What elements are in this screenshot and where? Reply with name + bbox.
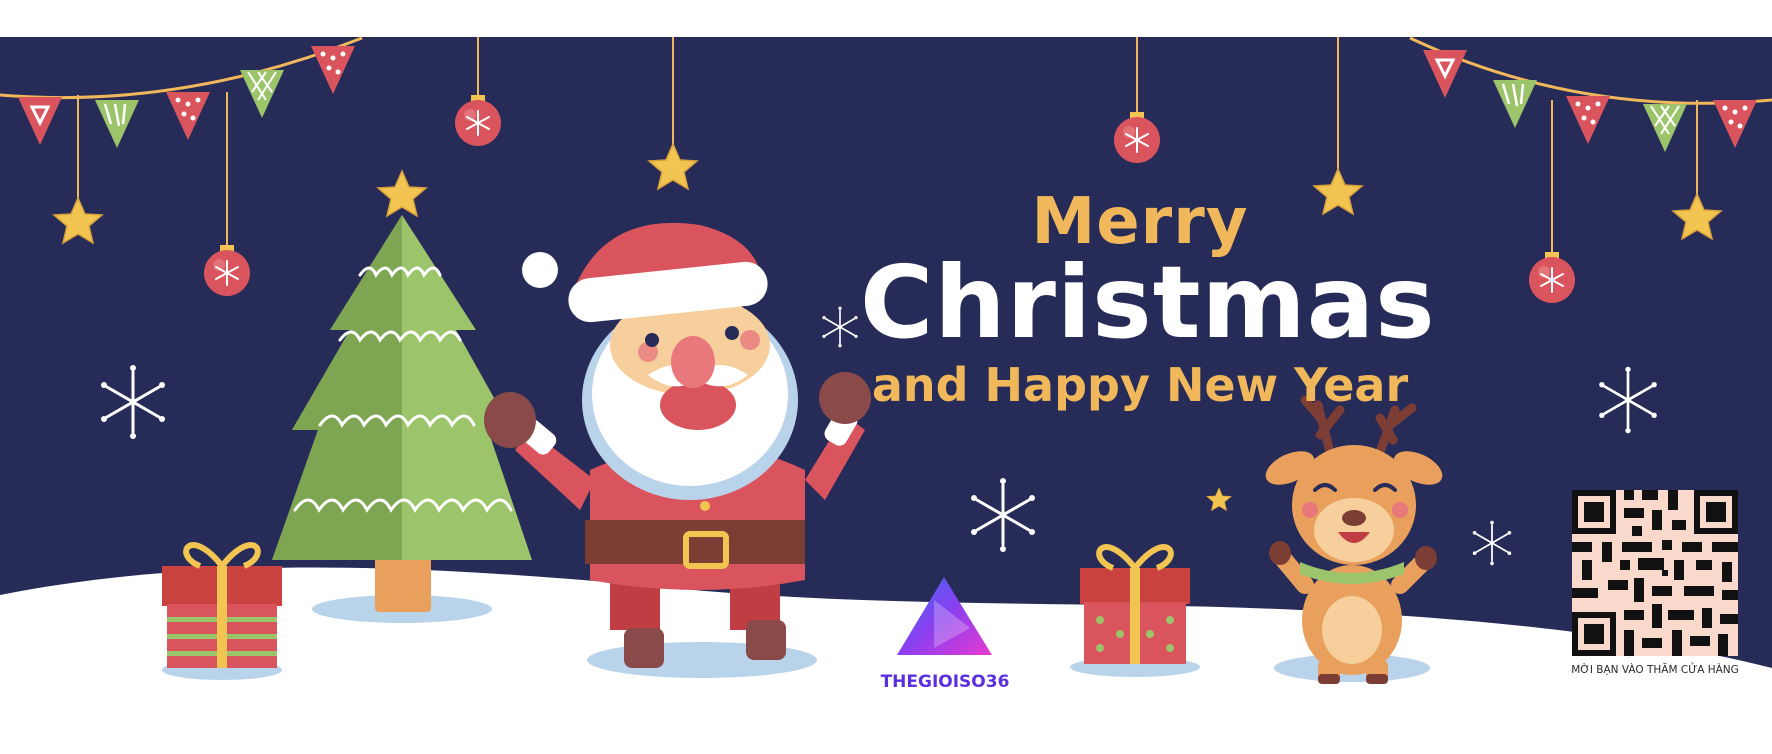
qr-caption: MỜI BẠN VÀO THĂM CỬA HÀNG (1571, 664, 1739, 676)
christmas-banner: Merry Christmas and Happy New Year THEGI… (0, 0, 1772, 754)
greeting-line-christmas: Christmas (860, 244, 1436, 361)
qr-code-icon (1572, 490, 1738, 656)
greeting-line-new-year: and Happy New Year (871, 358, 1409, 412)
brand-name: THEGIOISO36 (880, 672, 1010, 692)
